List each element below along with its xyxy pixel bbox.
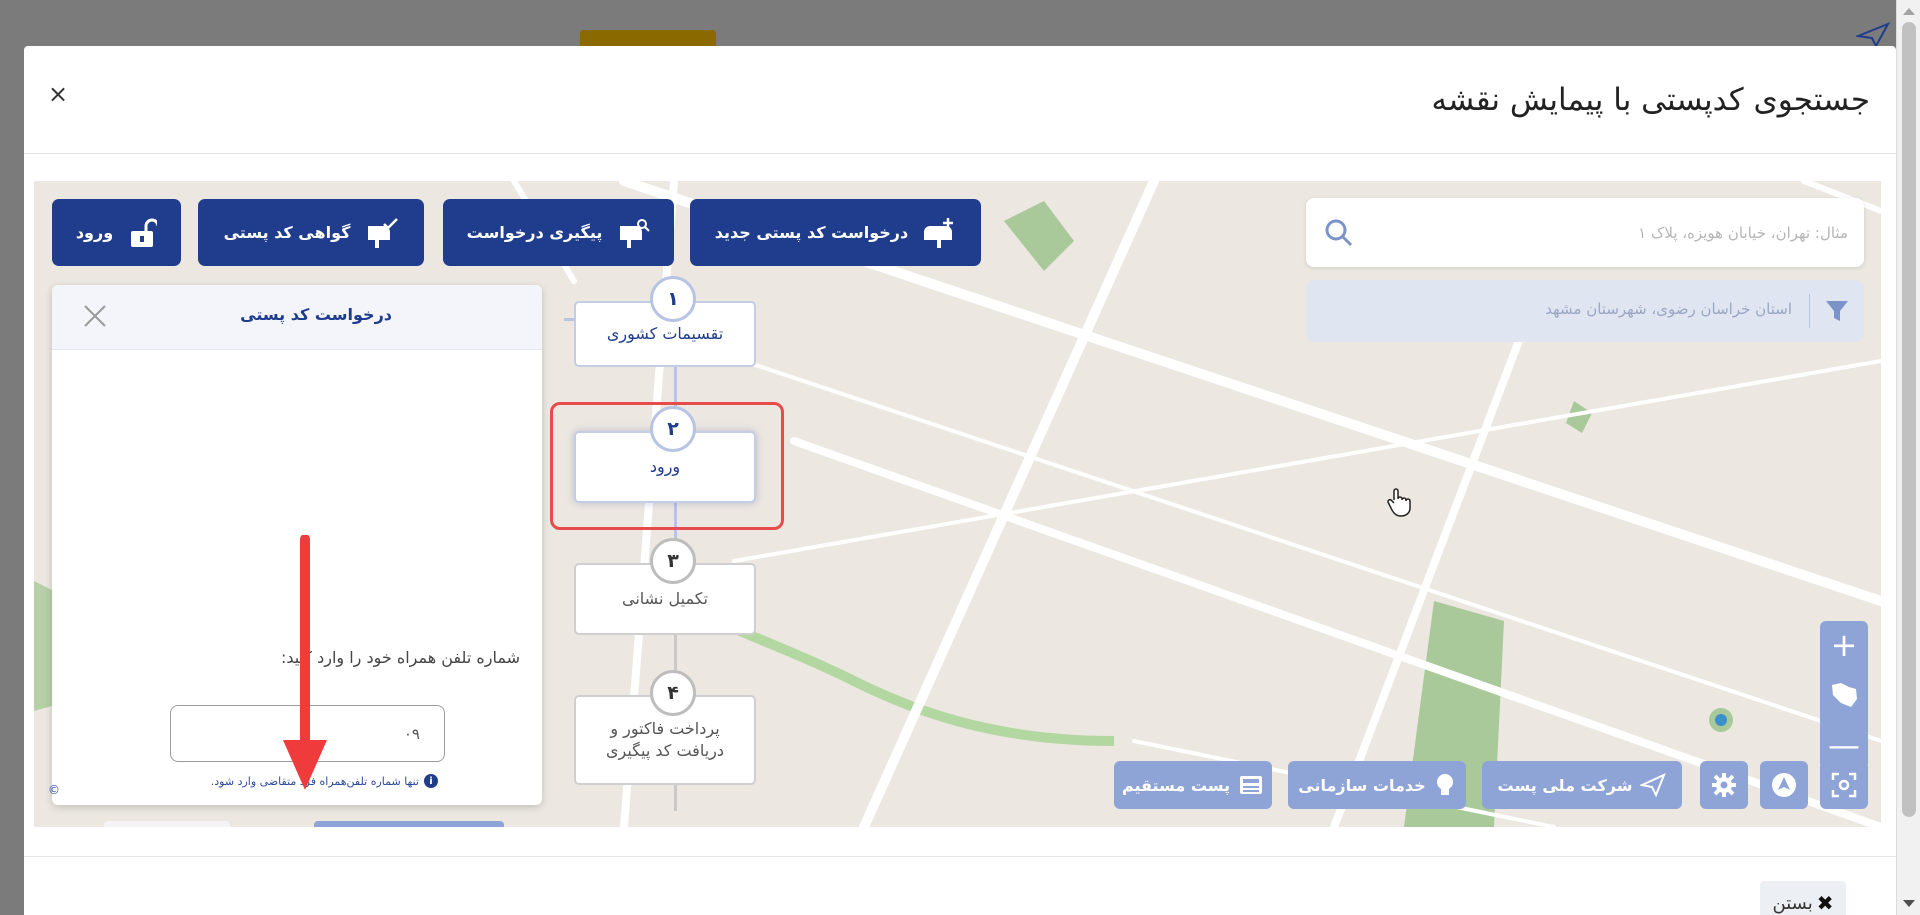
search-icon[interactable] — [1324, 218, 1354, 248]
locate-button[interactable] — [1820, 761, 1868, 809]
panel-header: درخواست کد پستی — [52, 285, 542, 350]
info-icon: i — [424, 774, 438, 788]
direct-post-button[interactable]: پست مستقیم — [1114, 761, 1272, 809]
north-arrow-icon — [1772, 773, 1796, 797]
map-search-modal: جستجوی کدپستی با پیمایش نقشه × درخواست ک… — [24, 46, 1896, 915]
red-arrow — [283, 535, 327, 790]
page-scrollbar[interactable] — [1896, 0, 1920, 915]
direct-post-label: پست مستقیم — [1121, 775, 1231, 795]
modal-footer: ✖ بستن — [24, 856, 1896, 915]
address-search-input[interactable] — [1368, 198, 1848, 267]
modal-close-button[interactable]: × — [48, 80, 68, 108]
hidden-button-peek — [104, 821, 230, 827]
track-request-label: پیگیری درخواست — [466, 223, 603, 242]
step-4-label: پرداخت فاکتور و دریافت کد پیگیری — [605, 718, 725, 760]
modal-header: جستجوی کدپستی با پیمایش نقشه × — [24, 46, 1896, 154]
map-canvas[interactable]: درخواست کد پستی جدید پیگیری درخواست گواه… — [34, 181, 1881, 827]
footer-close-label: بستن — [1772, 892, 1813, 914]
mailbox-check-icon — [368, 217, 399, 248]
active-step-highlight — [550, 402, 784, 530]
step-1-number: ۱ — [650, 276, 696, 322]
national-post-button[interactable]: شرکت ملی پست — [1482, 761, 1682, 809]
national-post-label: شرکت ملی پست — [1497, 775, 1633, 795]
zoom-controls: + — — [1820, 621, 1868, 769]
settings-button[interactable] — [1700, 761, 1748, 809]
bulb-icon — [1436, 774, 1453, 795]
zoom-in-button[interactable]: + — [1820, 621, 1868, 669]
step-4-number: ۴ — [650, 670, 696, 716]
hidden-button-peek-blue — [314, 821, 504, 827]
location-marker-icon[interactable] — [1706, 705, 1736, 735]
unlock-icon — [131, 218, 158, 247]
step-3-label: تکمیل نشانی — [622, 588, 708, 608]
certificate-label: گواهی کد پستی — [223, 223, 351, 242]
postal-request-panel: درخواست کد پستی شماره تلفن همراه خود را … — [52, 285, 542, 805]
paper-plane-icon — [1640, 773, 1667, 797]
paper-plane-logo-icon — [1856, 22, 1890, 48]
address-search-box — [1306, 198, 1864, 267]
login-label: ورود — [75, 223, 114, 242]
org-services-button[interactable]: خدمات سازمانی — [1288, 761, 1466, 809]
scroll-down-icon[interactable] — [1903, 900, 1915, 907]
filter-separator — [1809, 294, 1810, 328]
scroll-up-icon[interactable] — [1903, 8, 1915, 15]
step-3-number: ۳ — [650, 538, 696, 584]
postal-certificate-button[interactable]: گواهی کد پستی — [198, 199, 424, 266]
scrollbar-thumb[interactable] — [1902, 22, 1916, 817]
panel-title: درخواست کد پستی — [240, 305, 392, 324]
locate-icon — [1831, 772, 1857, 798]
pointer-hand-icon — [1387, 488, 1411, 517]
region-filter-bar[interactable]: استان خراسان رضوی، شهرستان مشهد — [1306, 280, 1864, 342]
step-1-label: تقسیمات کشوری — [606, 323, 724, 343]
north-arrow-button[interactable] — [1760, 761, 1808, 809]
mailbox-search-icon — [620, 218, 651, 248]
newspaper-icon — [1240, 776, 1263, 794]
new-request-label: درخواست کد پستی جدید — [714, 223, 909, 242]
filter-icon — [1826, 301, 1848, 321]
footer-close-icon: ✖ — [1816, 891, 1834, 915]
org-services-label: خدمات سازمانی — [1298, 775, 1426, 795]
modal-title: جستجوی کدپستی با پیمایش نقشه — [1431, 82, 1870, 118]
new-postal-code-request-button[interactable]: درخواست کد پستی جدید — [690, 199, 981, 266]
gear-icon — [1712, 773, 1736, 797]
close-icon[interactable] — [82, 303, 108, 329]
track-request-button[interactable]: پیگیری درخواست — [443, 199, 674, 266]
map-attribution[interactable]: © — [48, 783, 60, 797]
login-button[interactable]: ورود — [52, 199, 181, 266]
filter-text: استان خراسان رضوی، شهرستان مشهد — [1545, 300, 1792, 318]
mailbox-plus-icon — [924, 217, 954, 248]
iran-map-icon — [1832, 683, 1857, 707]
footer-close-button[interactable]: ✖ بستن — [1760, 881, 1846, 915]
iran-map-button[interactable] — [1820, 671, 1868, 719]
